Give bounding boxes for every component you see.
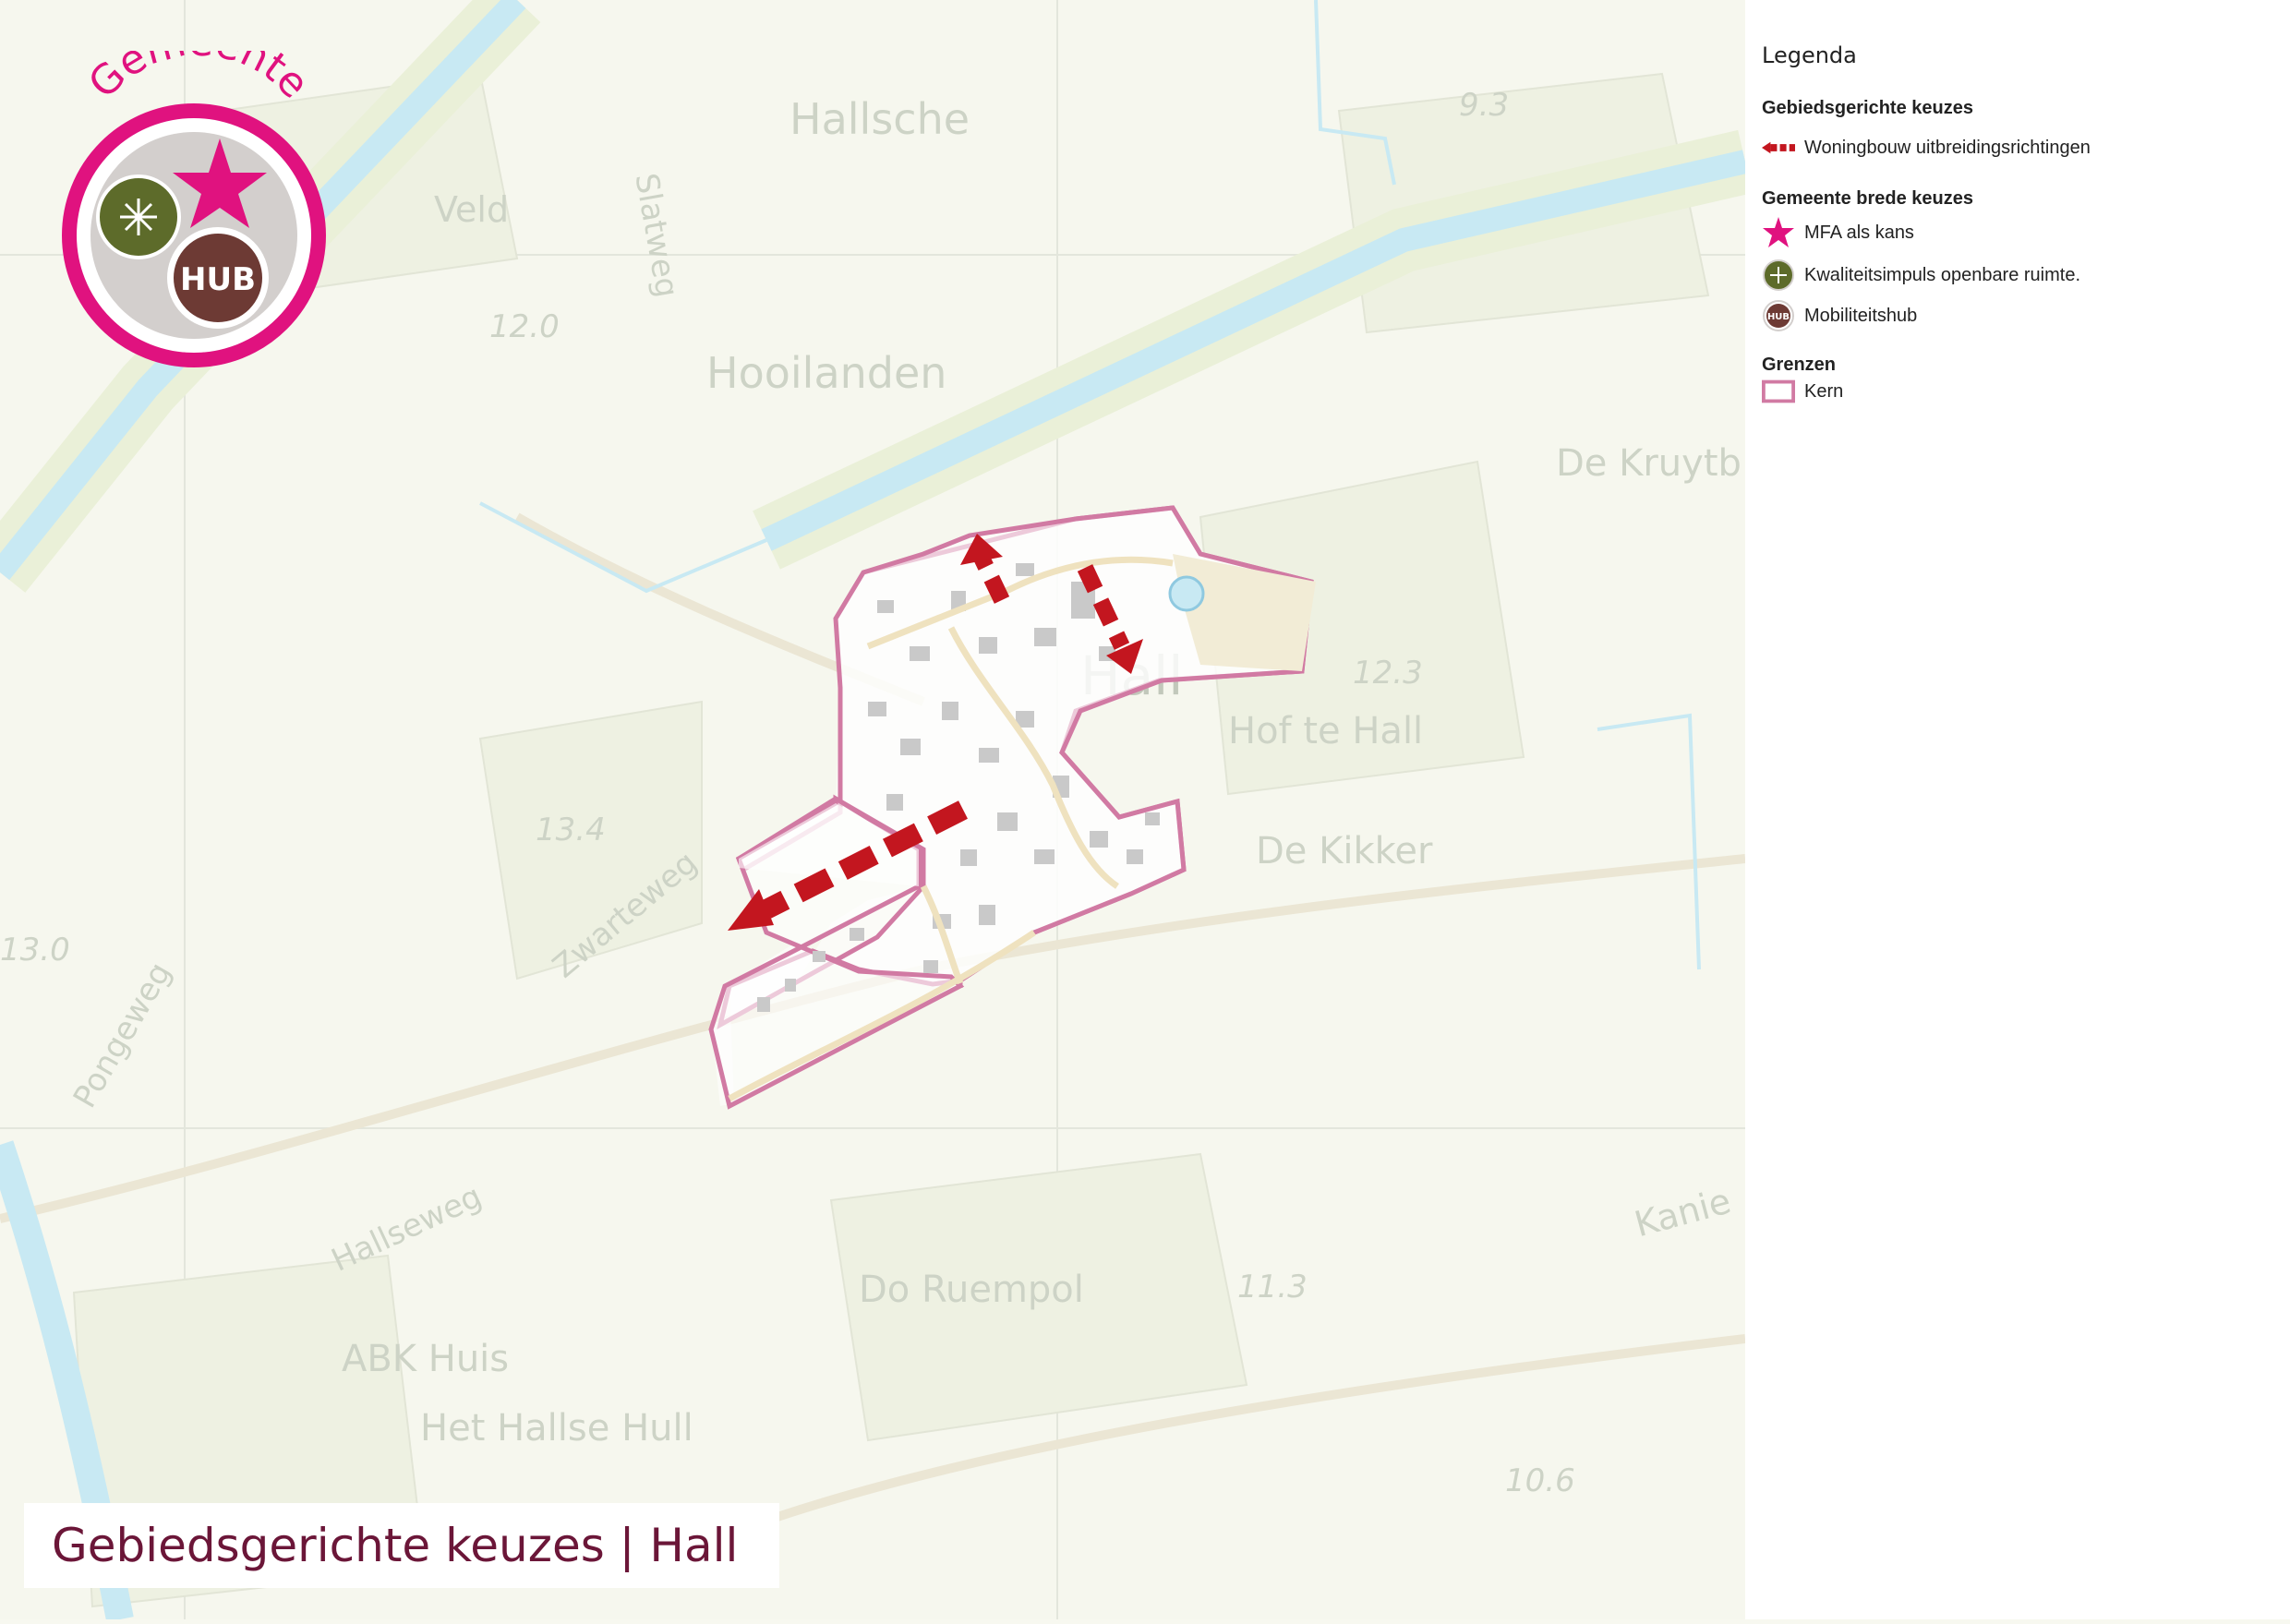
place-label-de-kruytb: De Kruytb [1556, 442, 1742, 485]
legend-item-hub: HUB Mobiliteitshub [1762, 299, 1917, 332]
legend-item-quality: Kwaliteitsimpuls openbare ruimte. [1762, 259, 2080, 292]
municipality-badge: Gemeente HUB [55, 18, 342, 374]
badge-hub-text: HUB [180, 261, 256, 298]
badge-arc-text: Gemeente [79, 51, 318, 108]
map-area[interactable]: Hallsche Hooilanden Veld Hall Hof te Hal… [0, 0, 1753, 1622]
place-label-de-kikker: De Kikker [1256, 830, 1433, 872]
arrow-icon [1762, 131, 1795, 164]
sports-icon [1168, 575, 1205, 612]
place-label-abk-huis: ABK Huis [342, 1338, 509, 1380]
hub-icon: HUB [1762, 299, 1795, 332]
legend-item-kern: Kern [1762, 375, 1843, 408]
place-label-het-hallse-hull: Het Hallse Hull [420, 1407, 693, 1450]
legend-section-area: Gebiedsgerichte keuzes [1762, 98, 1973, 118]
place-label-hooilanden: Hooilanden [706, 348, 946, 398]
legend-title: Legenda [1762, 42, 1857, 68]
star-icon [1762, 216, 1795, 249]
elevation-label: 13.0 [0, 932, 70, 968]
map-title: Gebiedsgerichte keuzes | Hall [52, 1519, 739, 1572]
svg-text:HUB: HUB [1767, 312, 1790, 322]
place-label-hof-te-hall: Hof te Hall [1228, 710, 1423, 752]
legend-panel: Legenda Gebiedsgerichte keuzes Woningbou… [1745, 0, 2290, 1619]
place-label-veld: Veld [434, 189, 509, 230]
legend-section-borders: Grenzen [1762, 355, 1837, 375]
elevation-label: 12.3 [1353, 655, 1423, 692]
legend-section-municipal: Gemeente brede keuzes [1762, 188, 1973, 209]
elevation-label: 12.0 [489, 308, 560, 345]
elevation-label: 9.3 [1459, 87, 1509, 124]
legend-item-mfa: MFA als kans [1762, 216, 1914, 249]
elevation-label: 11.3 [1237, 1269, 1308, 1305]
map-title-box: Gebiedsgerichte keuzes | Hall [24, 1503, 779, 1588]
elevation-label: 10.6 [1505, 1462, 1575, 1499]
place-label-hallsche: Hallsche [789, 94, 970, 144]
quality-icon [1762, 259, 1795, 292]
kern-border-swatch [1762, 375, 1795, 408]
place-label-do-ruempol: Do Ruempol [859, 1269, 1084, 1311]
elevation-label: 13.4 [536, 812, 606, 848]
legend-item-housing: Woningbouw uitbreidingsrichtingen [1762, 131, 2091, 164]
